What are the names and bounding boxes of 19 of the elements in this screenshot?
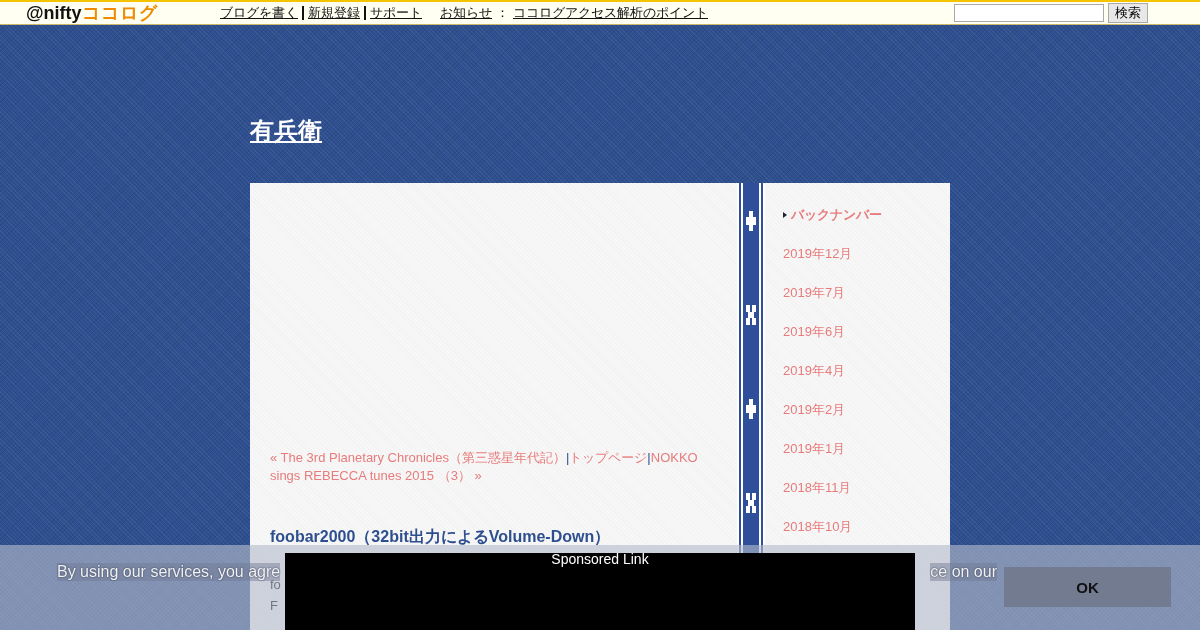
bullet-icon xyxy=(783,211,787,218)
cookie-text: By using our services, you agre xyxy=(57,563,281,581)
post-navigation[interactable]: « The 3rd Planetary Chronicles（第三惑星年代記）|トップページ|NOKKO sings REBECCA tunes 2015 （3） » xyxy=(270,449,717,485)
ok-button[interactable]: OK xyxy=(1004,567,1171,607)
post-text: F xyxy=(270,597,278,614)
sidebar-heading: バックナンバー xyxy=(791,206,882,224)
notice-link[interactable]: ココログアクセス解析のポイント xyxy=(509,6,712,20)
ad-label: Sponsored Link xyxy=(551,551,649,569)
top-link[interactable]: 新規登録 xyxy=(302,6,364,20)
post-title: foobar2000（32bit出力によるVolume-Down） xyxy=(270,527,612,547)
logo[interactable]: @niftyココログ xyxy=(0,3,190,23)
notice-link[interactable]: お知らせ xyxy=(436,6,496,20)
top-link[interactable]: サポート xyxy=(364,6,426,20)
search-button[interactable]: 検索 xyxy=(1108,3,1148,23)
search-field[interactable] xyxy=(954,4,1104,22)
cookie-text: ce on our xyxy=(930,563,997,581)
top-link[interactable]: ブログを書く xyxy=(220,6,302,20)
separator: ： xyxy=(496,4,509,22)
blog-title[interactable]: 有兵衛 xyxy=(250,117,322,144)
